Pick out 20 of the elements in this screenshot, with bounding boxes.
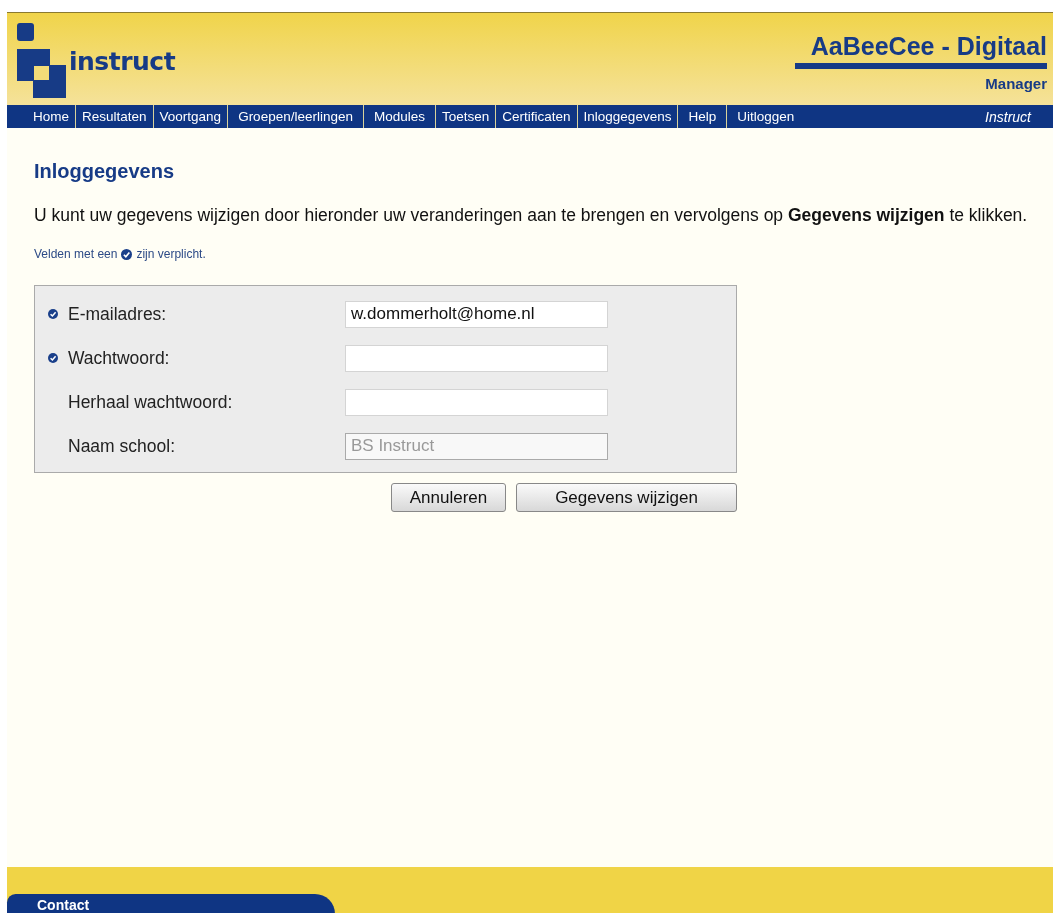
- input-field[interactable]: [345, 388, 608, 416]
- app-subtitle: Manager: [985, 75, 1047, 92]
- input-field[interactable]: [345, 344, 608, 372]
- contact-tab[interactable]: Contact: [7, 894, 335, 913]
- intro-text: U kunt uw gegevens wijzigen door hieronder uw veranderingen aan te brengen en vervolgens op Gegevens wijzigen te klikken.: [34, 205, 1029, 225]
- required-note: Velden met een: [34, 247, 118, 261]
- field-label: Naam school:: [68, 435, 176, 457]
- field-label: E-mailadres:: [68, 303, 168, 325]
- required-check-icon: [121, 248, 133, 260]
- cancel-button[interactable]: Annuleren: [391, 483, 506, 512]
- squares-logo-icon: [17, 23, 67, 99]
- field-label: Herhaal wachtwoord:: [68, 391, 234, 413]
- submit-button[interactable]: Gegevens wijzigen: [516, 483, 737, 512]
- page-heading: Inloggegevens: [34, 160, 176, 183]
- input-field[interactable]: w.dommerholt@home.nl: [345, 300, 608, 328]
- logo-text: instruct: [69, 47, 176, 76]
- app-title: AaBeeCee - Digitaal: [794, 32, 1047, 69]
- required-note: zijn verplicht.: [136, 247, 206, 261]
- nav-brand: Instruct: [985, 108, 1033, 125]
- field-label: Wachtwoord:: [68, 347, 171, 369]
